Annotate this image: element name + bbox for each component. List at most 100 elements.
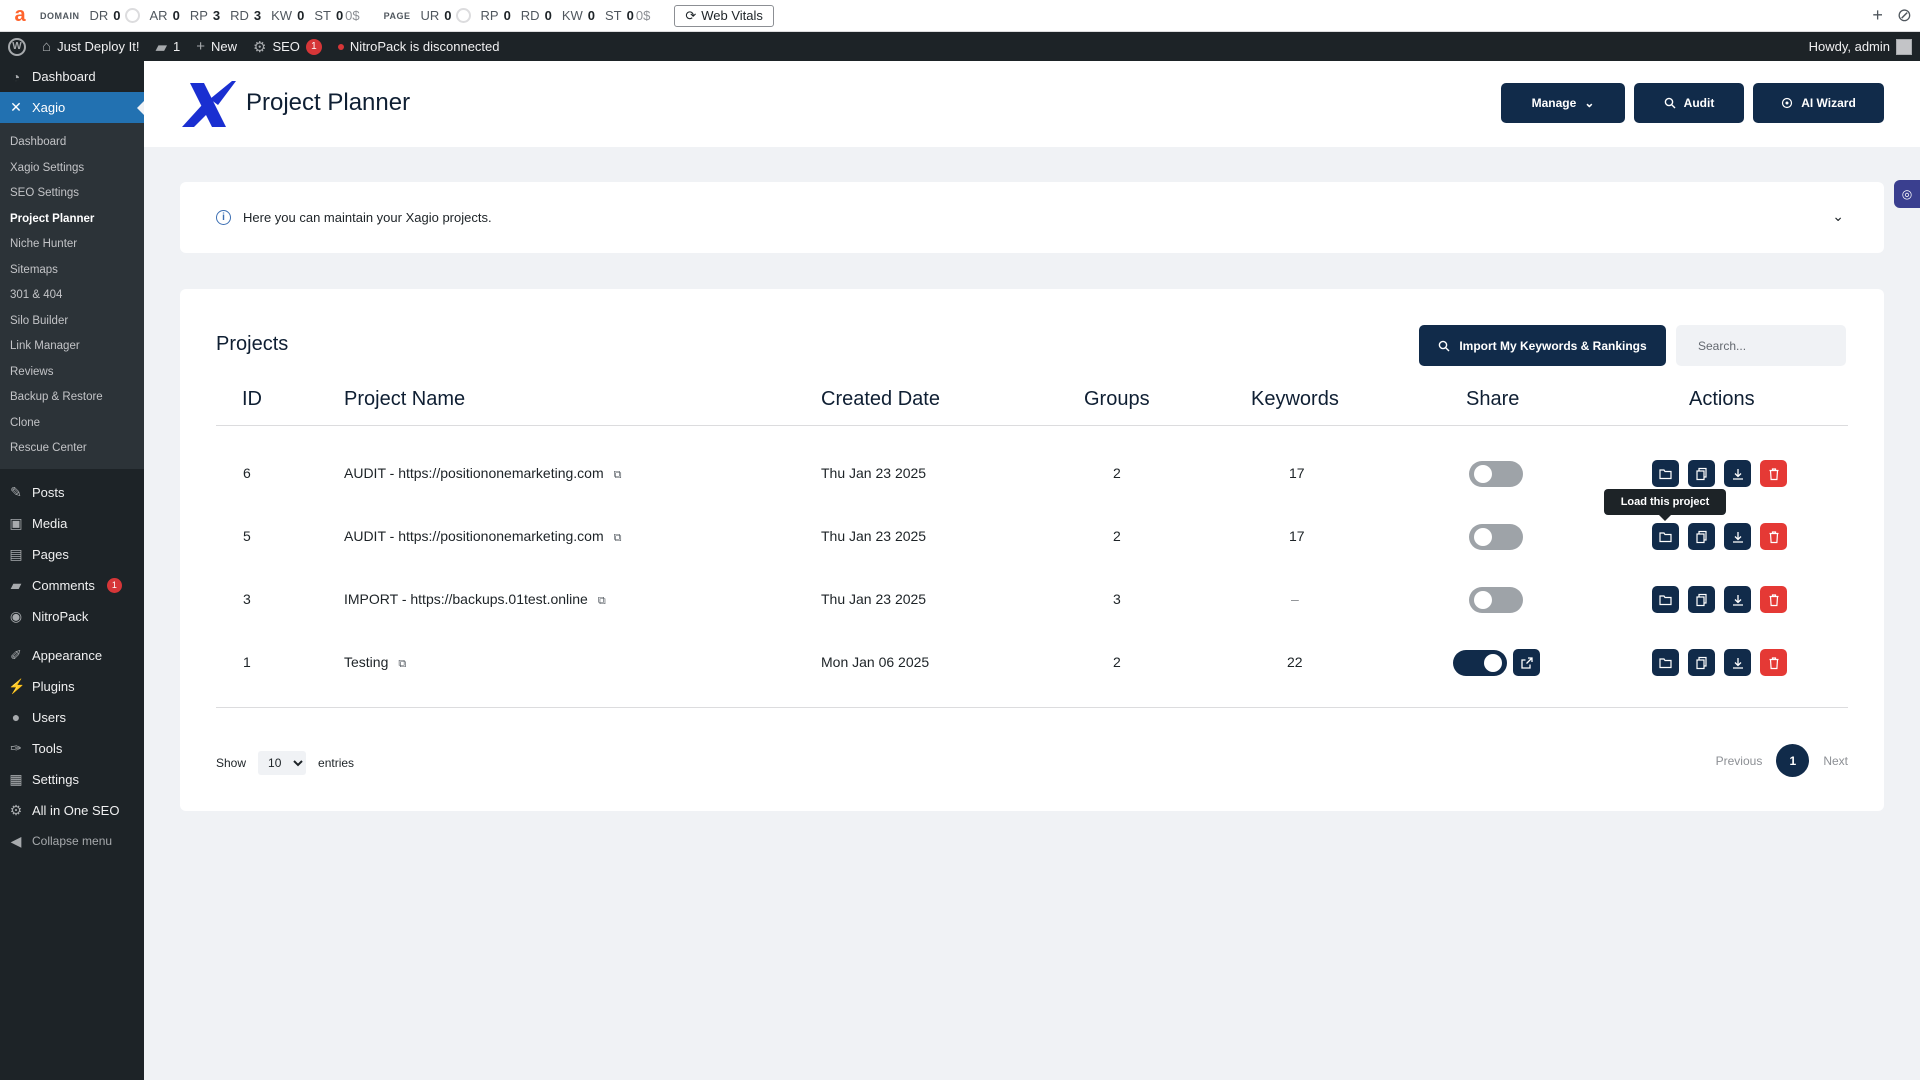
copy-project-button[interactable] (1688, 523, 1715, 550)
delete-project-button[interactable] (1760, 649, 1787, 676)
copy-project-button[interactable] (1688, 460, 1715, 487)
column-share[interactable]: Share (1466, 388, 1519, 411)
comments-link[interactable]: ▰ 1 (147, 32, 188, 61)
sidebar-item-xagio[interactable]: ✕ Xagio (0, 92, 144, 123)
wp-admin-bar: W ⌂ Just Deploy It! ▰ 1 + New ⚙ SEO 1 NitroPa… (0, 32, 1920, 61)
share-toggle[interactable] (1469, 587, 1523, 613)
submenu-item-301-404[interactable]: 301 & 404 (0, 283, 144, 309)
floating-helper-tab[interactable]: ◎ (1894, 180, 1920, 208)
manage-button[interactable]: Manage ⌄ (1501, 83, 1625, 123)
copy-project-button[interactable] (1688, 649, 1715, 676)
sidebar-item-users[interactable]: ● Users (0, 702, 144, 733)
metric-page-rp: RP 0 (480, 8, 511, 23)
submenu-item-reviews[interactable]: Reviews (0, 360, 144, 386)
copy-project-button[interactable] (1688, 586, 1715, 613)
account-menu[interactable]: Howdy, admin (1809, 38, 1920, 55)
column-keywords[interactable]: Keywords (1251, 388, 1339, 411)
submenu-item-project-planner[interactable]: Project Planner (0, 207, 144, 233)
row-project-name[interactable]: AUDIT - https://positiononemarketing.com… (344, 465, 622, 482)
sidebar-item-appearance[interactable]: ✐ Appearance (0, 640, 144, 671)
row-project-name[interactable]: AUDIT - https://positiononemarketing.com… (344, 528, 622, 545)
download-project-button[interactable] (1724, 523, 1751, 550)
sidebar-item-comments[interactable]: ▰ Comments 1 (0, 570, 144, 601)
folder-open-icon (1658, 468, 1672, 479)
external-link-icon[interactable]: ⧉ (614, 532, 622, 545)
previous-page-button[interactable]: Previous (1716, 754, 1763, 768)
column-actions: Actions (1689, 388, 1755, 410)
submenu-item-sitemaps[interactable]: Sitemaps (0, 258, 144, 284)
web-vitals-button[interactable]: ⟳ Web Vitals (674, 4, 774, 27)
nitropack-status[interactable]: NitroPack is disconnected (330, 32, 508, 61)
power-icon[interactable]: ⊘ (1897, 5, 1912, 26)
metric-rp: RP 3 (189, 8, 221, 23)
submenu-item-niche-hunter[interactable]: Niche Hunter (0, 232, 144, 258)
audit-button[interactable]: Audit (1634, 83, 1744, 123)
column-id[interactable]: ID (242, 388, 262, 411)
submenu-item-clone[interactable]: Clone (0, 411, 144, 437)
copy-icon (1695, 530, 1707, 543)
row-groups: 2 (1113, 465, 1121, 481)
sidebar-item-all-in-one-seo[interactable]: ⚙ All in One SEO (0, 795, 144, 826)
download-project-button[interactable] (1724, 586, 1751, 613)
share-toggle[interactable] (1469, 461, 1523, 487)
submenu-item-dashboard[interactable]: Dashboard (0, 130, 144, 156)
open-share-link-button[interactable] (1513, 649, 1540, 676)
sidebar-item-settings[interactable]: ▦ Settings (0, 764, 144, 795)
metric-page-kw: KW 0 (561, 8, 595, 23)
column-created-date[interactable]: Created Date (821, 388, 940, 411)
share-toggle[interactable] (1469, 524, 1523, 550)
ahrefs-logo-icon[interactable]: a (0, 0, 40, 32)
sidebar-item-nitropack[interactable]: ◉ NitroPack (0, 601, 144, 632)
load-project-button[interactable] (1652, 586, 1679, 613)
next-page-button[interactable]: Next (1823, 754, 1848, 768)
search-input[interactable] (1676, 325, 1846, 366)
page-number-button[interactable]: 1 (1776, 744, 1810, 777)
row-project-name[interactable]: Testing ⧉ (344, 654, 406, 671)
submenu-item-backup-restore[interactable]: Backup & Restore (0, 385, 144, 411)
download-project-button[interactable] (1724, 649, 1751, 676)
column-project-name[interactable]: Project Name (344, 388, 465, 411)
delete-project-button[interactable] (1760, 523, 1787, 550)
page-size-select[interactable]: 10 (258, 751, 307, 775)
load-project-button[interactable] (1652, 460, 1679, 487)
submenu-item-seo-settings[interactable]: SEO Settings (0, 181, 144, 207)
sidebar-item-pages[interactable]: ▤ Pages (0, 539, 144, 570)
submenu-item-link-manager[interactable]: Link Manager (0, 334, 144, 360)
delete-project-button[interactable] (1760, 460, 1787, 487)
import-keywords-button[interactable]: Import My Keywords & Rankings (1419, 325, 1666, 366)
sidebar-item-dashboard[interactable]: ◔ Dashboard (0, 61, 144, 92)
submenu-item-silo-builder[interactable]: Silo Builder (0, 309, 144, 335)
download-icon (1732, 657, 1743, 669)
sidebar-item-media[interactable]: ▣ Media (0, 508, 144, 539)
wp-logo-menu[interactable]: W (0, 32, 34, 61)
external-link-icon[interactable]: ⧉ (614, 469, 622, 482)
load-project-button[interactable] (1652, 523, 1679, 550)
sidebar-item-tools[interactable]: ✑ Tools (0, 733, 144, 764)
table-row: 1 Testing ⧉ Mon Jan 06 2025 2 22 (216, 633, 1848, 696)
collapse-menu-button[interactable]: ◀ Collapse menu (0, 826, 144, 857)
external-link-icon[interactable]: ⧉ (598, 595, 606, 608)
chevron-down-icon[interactable]: ⌄ (1832, 208, 1844, 225)
load-project-button[interactable] (1652, 649, 1679, 676)
sidebar-item-posts[interactable]: ✎ Posts (0, 477, 144, 508)
external-link-icon[interactable]: ⧉ (398, 658, 406, 671)
share-toggle[interactable] (1453, 650, 1507, 676)
wizard-icon (1782, 97, 1793, 109)
submenu-item-rescue-center[interactable]: Rescue Center (0, 436, 144, 462)
submenu-item-xagio-settings[interactable]: Xagio Settings (0, 156, 144, 182)
ai-wizard-button[interactable]: AI Wizard (1753, 83, 1884, 123)
delete-project-button[interactable] (1760, 586, 1787, 613)
row-project-name[interactable]: IMPORT - https://backups.01test.online ⧉ (344, 591, 606, 608)
seo-menu[interactable]: ⚙ SEO 1 (245, 32, 330, 61)
chevron-down-icon: ⌄ (1584, 96, 1595, 110)
sidebar-item-plugins[interactable]: ⚡ Plugins (0, 671, 144, 702)
site-name-link[interactable]: ⌂ Just Deploy It! (34, 32, 147, 61)
aioseo-icon: ⚙ (9, 801, 23, 818)
info-panel[interactable]: i Here you can maintain your Xagio proje… (180, 182, 1884, 253)
wordpress-icon: W (8, 37, 26, 56)
download-project-button[interactable] (1724, 460, 1751, 487)
column-groups[interactable]: Groups (1084, 388, 1150, 411)
pagination: Previous 1 Next (1716, 744, 1848, 777)
plus-icon[interactable]: + (1872, 5, 1883, 26)
new-content-link[interactable]: + New (188, 32, 245, 61)
